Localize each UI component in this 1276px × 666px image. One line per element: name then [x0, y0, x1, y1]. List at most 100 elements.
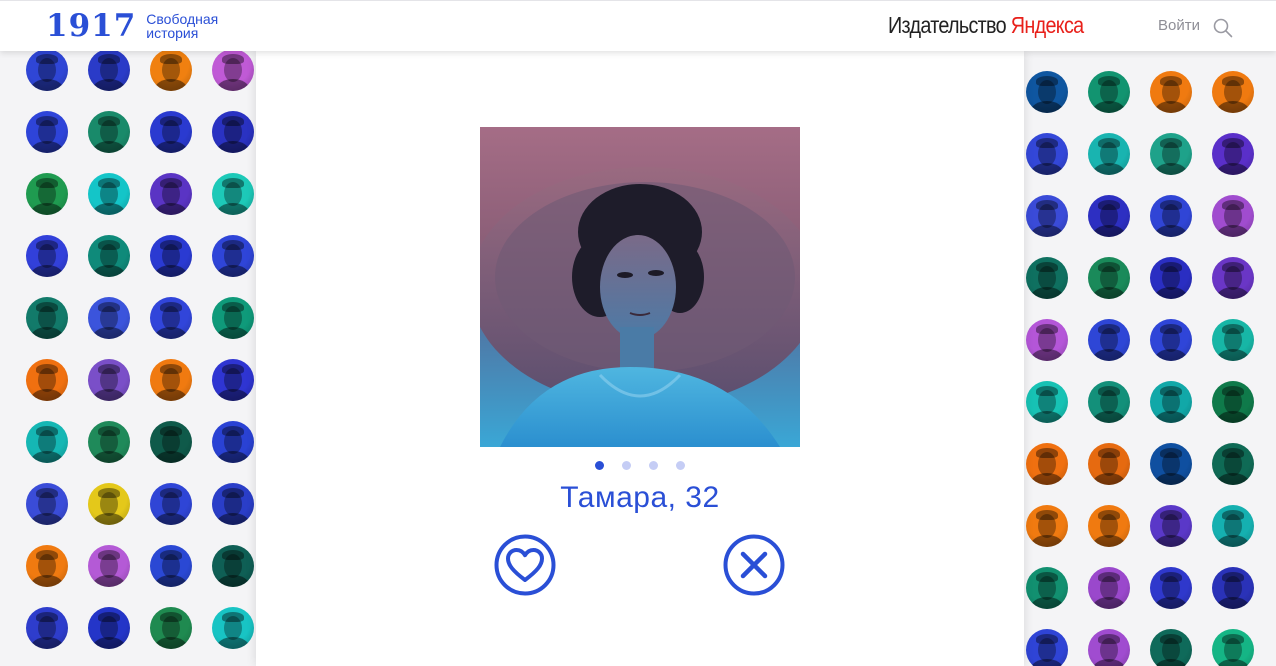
portrait-avatar[interactable] — [150, 607, 192, 649]
portrait-avatar[interactable] — [88, 297, 130, 339]
portrait-avatar[interactable] — [1088, 443, 1130, 485]
portrait-avatar[interactable] — [88, 111, 130, 153]
portrait-avatar[interactable] — [26, 483, 68, 525]
portrait-avatar[interactable] — [1026, 195, 1068, 237]
portrait-avatar[interactable] — [1026, 381, 1068, 423]
portrait-avatar[interactable] — [212, 49, 254, 91]
portrait-avatar[interactable] — [1212, 319, 1254, 361]
portrait-avatar[interactable] — [26, 607, 68, 649]
portrait-avatar[interactable] — [88, 607, 130, 649]
portrait-avatar[interactable] — [1150, 629, 1192, 666]
portrait-avatar[interactable] — [1026, 319, 1068, 361]
portrait-avatar[interactable] — [1212, 567, 1254, 609]
close-icon — [723, 534, 785, 596]
portrait-avatar[interactable] — [88, 421, 130, 463]
portrait-avatar[interactable] — [1088, 381, 1130, 423]
portrait-avatar[interactable] — [88, 235, 130, 277]
portrait-avatar[interactable] — [1150, 133, 1192, 175]
portrait-avatar[interactable] — [1088, 629, 1130, 666]
pagination-dot[interactable] — [595, 461, 604, 470]
portrait-avatar[interactable] — [1088, 133, 1130, 175]
portrait-avatar[interactable] — [150, 235, 192, 277]
portrait-avatar[interactable] — [1150, 381, 1192, 423]
right-avatar-grid — [1024, 0, 1276, 666]
site-logo[interactable]: 1917 Свободная история — [46, 6, 218, 46]
portrait-avatar[interactable] — [1026, 629, 1068, 666]
portrait-avatar[interactable] — [1026, 567, 1068, 609]
page: 1917 Свободная история Издательство Янде… — [0, 0, 1276, 666]
portrait-avatar[interactable] — [26, 421, 68, 463]
publisher-brand: Яндекса — [1010, 12, 1084, 38]
portrait-avatar[interactable] — [26, 111, 68, 153]
portrait-avatar[interactable] — [1026, 505, 1068, 547]
portrait-avatar[interactable] — [1150, 567, 1192, 609]
login-link[interactable]: Войти — [1158, 17, 1200, 34]
portrait-avatar[interactable] — [212, 173, 254, 215]
portrait-avatar[interactable] — [1212, 381, 1254, 423]
portrait-avatar[interactable] — [1026, 443, 1068, 485]
portrait-avatar[interactable] — [1026, 133, 1068, 175]
portrait-avatar[interactable] — [212, 297, 254, 339]
portrait-avatar[interactable] — [150, 483, 192, 525]
portrait-avatar[interactable] — [1150, 71, 1192, 113]
portrait-avatar[interactable] — [1212, 133, 1254, 175]
portrait-avatar[interactable] — [150, 173, 192, 215]
portrait-avatar[interactable] — [1212, 505, 1254, 547]
portrait-avatar[interactable] — [150, 297, 192, 339]
portrait-avatar[interactable] — [1212, 629, 1254, 666]
portrait-avatar[interactable] — [88, 483, 130, 525]
portrait-avatar[interactable] — [88, 359, 130, 401]
portrait-avatar[interactable] — [212, 421, 254, 463]
portrait-avatar[interactable] — [212, 607, 254, 649]
portrait-avatar[interactable] — [150, 49, 192, 91]
portrait-avatar[interactable] — [88, 545, 130, 587]
logo-year: 1917 — [46, 8, 137, 44]
portrait-avatar[interactable] — [212, 111, 254, 153]
left-avatar-grid — [0, 0, 256, 666]
search-icon[interactable] — [1212, 17, 1234, 39]
portrait-avatar[interactable] — [1212, 71, 1254, 113]
portrait-avatar[interactable] — [1088, 567, 1130, 609]
portrait-avatar[interactable] — [212, 235, 254, 277]
profile-photo[interactable] — [480, 127, 800, 447]
portrait-avatar[interactable] — [1212, 257, 1254, 299]
portrait-avatar[interactable] — [150, 421, 192, 463]
portrait-avatar[interactable] — [1026, 71, 1068, 113]
publisher-logo[interactable]: Издательство Яндекса — [888, 12, 1084, 39]
portrait-avatar[interactable] — [1088, 195, 1130, 237]
portrait-avatar[interactable] — [212, 359, 254, 401]
portrait-avatar[interactable] — [26, 545, 68, 587]
portrait-avatar[interactable] — [1150, 319, 1192, 361]
portrait-avatar[interactable] — [1088, 319, 1130, 361]
portrait-avatar[interactable] — [26, 297, 68, 339]
portrait-avatar[interactable] — [1088, 257, 1130, 299]
portrait-avatar[interactable] — [1150, 443, 1192, 485]
portrait-avatar[interactable] — [150, 359, 192, 401]
portrait-avatar[interactable] — [1212, 443, 1254, 485]
portrait-avatar[interactable] — [26, 173, 68, 215]
like-button[interactable] — [493, 533, 557, 597]
portrait-avatar[interactable] — [1212, 195, 1254, 237]
portrait-avatar[interactable] — [150, 111, 192, 153]
portrait-avatar[interactable] — [150, 545, 192, 587]
dislike-button[interactable] — [722, 533, 786, 597]
portrait-avatar[interactable] — [88, 173, 130, 215]
profile-card: Тамара, 32 — [256, 51, 1024, 666]
portrait-avatar[interactable] — [1088, 71, 1130, 113]
logo-line-1: Свободная — [146, 11, 219, 27]
portrait-avatar[interactable] — [1150, 505, 1192, 547]
portrait-avatar[interactable] — [26, 49, 68, 91]
portrait-avatar[interactable] — [1026, 257, 1068, 299]
pagination-dot[interactable] — [649, 461, 658, 470]
pagination-dot[interactable] — [676, 461, 685, 470]
portrait-avatar[interactable] — [212, 483, 254, 525]
pagination-dot[interactable] — [622, 461, 631, 470]
portrait-avatar[interactable] — [212, 545, 254, 587]
portrait-avatar[interactable] — [1150, 257, 1192, 299]
logo-line-2: история — [146, 25, 199, 41]
portrait-avatar[interactable] — [88, 49, 130, 91]
portrait-avatar[interactable] — [26, 359, 68, 401]
portrait-avatar[interactable] — [1150, 195, 1192, 237]
portrait-avatar[interactable] — [1088, 505, 1130, 547]
portrait-avatar[interactable] — [26, 235, 68, 277]
